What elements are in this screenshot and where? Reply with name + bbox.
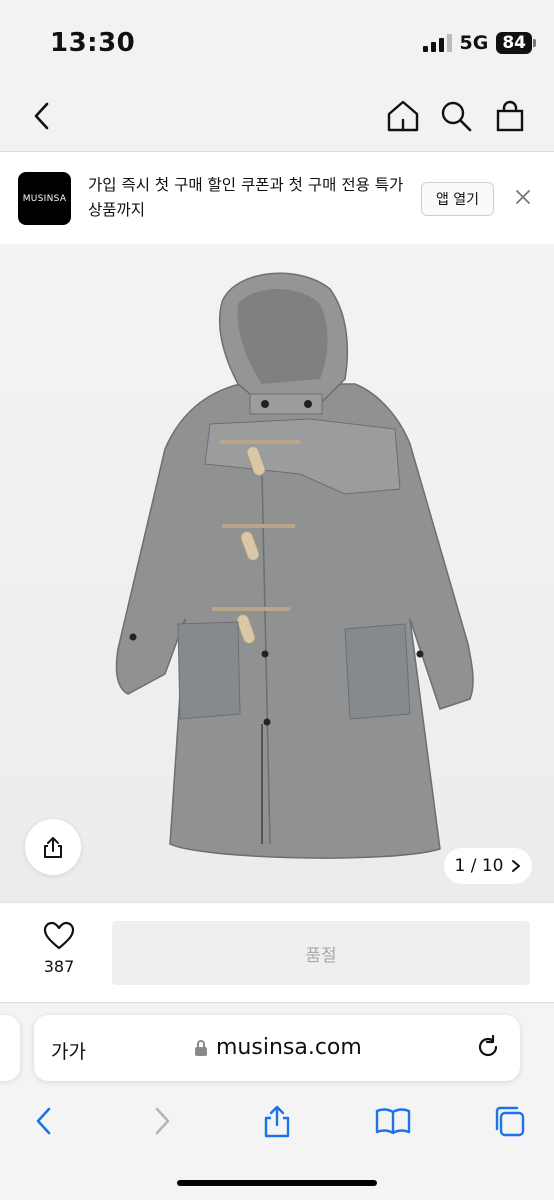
like-button[interactable]: 387 [30, 921, 88, 976]
previous-tab-preview[interactable] [0, 1015, 20, 1081]
url-display[interactable]: musinsa.com [194, 1035, 362, 1060]
status-time: 13:30 [50, 28, 136, 58]
signal-icon [422, 34, 452, 52]
tabs-icon[interactable] [487, 1099, 531, 1143]
battery-icon: 84 [496, 32, 536, 54]
browser-back-icon[interactable] [22, 1099, 66, 1143]
back-icon[interactable] [20, 94, 64, 138]
page-indicator[interactable]: 1 / 10 [444, 848, 532, 884]
share-button[interactable] [25, 819, 81, 875]
battery-level: 84 [502, 33, 526, 53]
purchase-action-bar: 387 품절 [0, 902, 554, 1002]
banner-message: 가입 즉시 첫 구매 할인 쿠폰과 첫 구매 전용 특가 상품까지 [88, 176, 404, 219]
text-size-button[interactable]: 가가 [51, 1037, 86, 1064]
page-indicator-text: 1 / 10 [454, 856, 504, 876]
soldout-button[interactable]: 품절 [112, 921, 530, 985]
musinsa-logo: MUSINSA [18, 172, 71, 225]
network-type: 5G [459, 32, 489, 54]
product-image-carousel[interactable]: 1 / 10 [0, 244, 554, 902]
bag-icon[interactable] [488, 94, 532, 138]
home-icon[interactable] [381, 94, 425, 138]
lock-icon [195, 1039, 207, 1056]
app-promo-banner: MUSINSA 가입 즉시 첫 구매 할인 쿠폰과 첫 구매 전용 특가 상품까… [0, 152, 554, 244]
share-icon [44, 837, 62, 858]
status-indicators: 5G 84 [422, 32, 536, 54]
product-image [115, 272, 474, 859]
search-icon[interactable] [434, 94, 478, 138]
site-nav-bar [0, 86, 554, 152]
url-text: musinsa.com [216, 1035, 362, 1060]
like-count: 387 [43, 957, 75, 976]
chevron-right-icon [512, 860, 521, 872]
open-app-button[interactable]: 앱 열기 [421, 182, 494, 216]
heart-icon [43, 921, 75, 950]
address-bar[interactable]: 가가 musinsa.com [34, 1015, 520, 1081]
bookmarks-icon[interactable] [371, 1099, 415, 1143]
browser-chrome: 가가 musinsa.com [0, 1002, 554, 1200]
forward-icon[interactable] [140, 1099, 184, 1143]
close-icon[interactable] [512, 186, 534, 212]
browser-share-icon[interactable] [255, 1099, 299, 1143]
reload-icon[interactable] [474, 1033, 502, 1065]
status-bar: 13:30 5G 84 [0, 0, 554, 86]
home-indicator[interactable] [177, 1180, 377, 1186]
